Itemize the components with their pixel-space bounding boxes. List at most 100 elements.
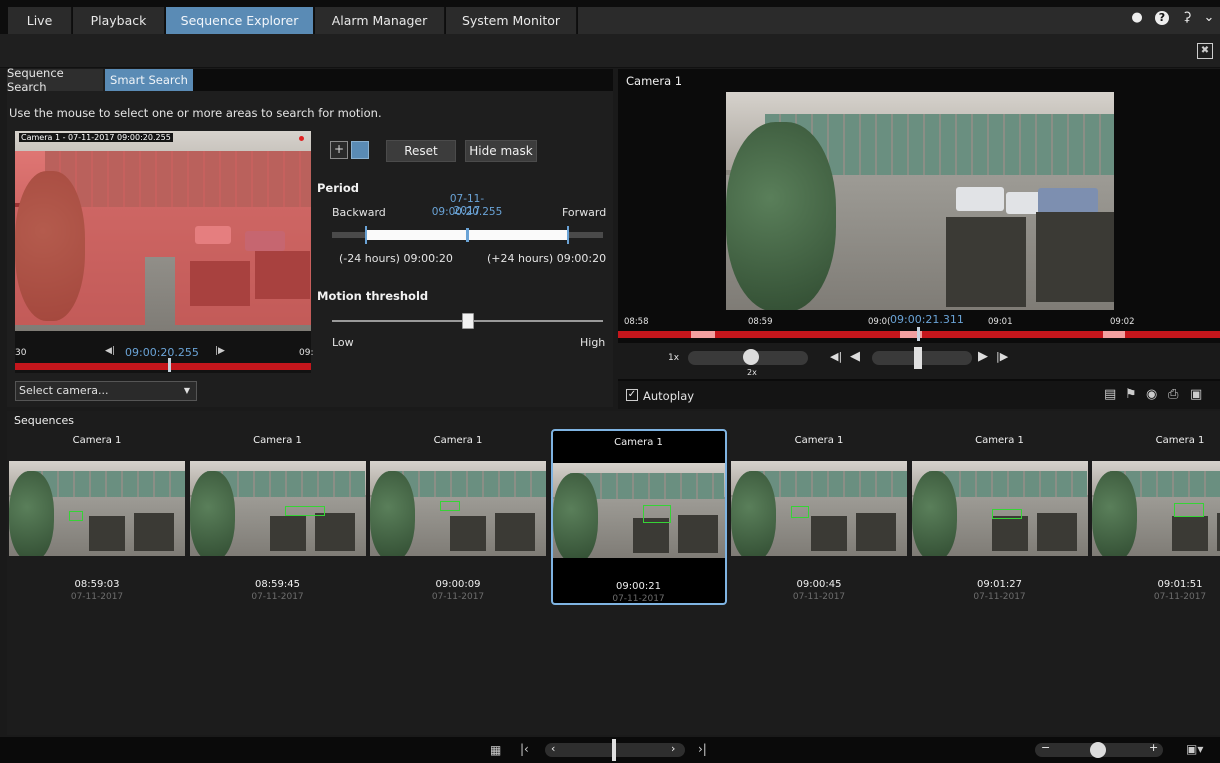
sequence-thumbnail[interactable]: Camera 1 08:59:03 07-11-2017	[9, 429, 185, 605]
autoplay-checkbox[interactable]: ✓	[626, 389, 638, 401]
sequence-thumbnail[interactable]: Camera 1 08:59:45 07-11-2017	[189, 429, 366, 605]
detection-box	[69, 511, 83, 521]
thumbnail-camera-label: Camera 1	[72, 435, 122, 446]
tab-playback[interactable]: Playback	[73, 7, 165, 34]
period-right-range: (+24 hours) 09:00:20	[487, 252, 607, 265]
hide-mask-button[interactable]: Hide mask	[465, 140, 537, 162]
thumbnail-image	[731, 461, 907, 556]
detection-box	[284, 506, 325, 516]
forward-label: Forward	[562, 206, 607, 219]
sequence-thumbnail[interactable]: Camera 1 09:00:09 07-11-2017	[370, 429, 546, 605]
play-reverse-icon[interactable]: ◀	[850, 349, 860, 364]
motion-segment	[691, 331, 715, 338]
thumbnail-time: 09:00:45	[796, 579, 842, 590]
thumbnail-camera-label: Camera 1	[433, 435, 483, 446]
step-forward-icon[interactable]: |▶	[215, 346, 225, 356]
period-right-bracket[interactable]	[565, 226, 569, 244]
timeline-right-label: 09:	[299, 348, 314, 358]
period-heading: Period	[317, 181, 359, 195]
viewer-current-time: 09:00:21.311	[890, 313, 964, 326]
print-icon[interactable]: ⎙	[1168, 387, 1178, 402]
jog-slider-handle[interactable]	[914, 347, 922, 369]
thumbnail-time: 09:01:27	[977, 579, 1022, 590]
go-to-start-icon[interactable]: |‹	[520, 742, 529, 756]
timeline-time: 09:00:20.255	[125, 346, 199, 359]
reset-button[interactable]: Reset	[386, 140, 456, 162]
save-icon[interactable]: ▤	[1104, 387, 1116, 402]
period-left-range: (-24 hours) 09:00:20	[339, 252, 453, 265]
sequence-scroll-handle[interactable]	[612, 739, 616, 761]
thumbnail-time: 09:00:21	[616, 581, 661, 592]
tab-system-monitor[interactable]: System Monitor	[446, 7, 577, 34]
period-center-time: 09:00:20.255	[431, 206, 503, 218]
thumbnail-date: 07-11-2017	[612, 594, 665, 604]
thumbnail-date: 07-11-2017	[973, 592, 1026, 602]
thumbnail-date: 07-11-2017	[431, 592, 485, 602]
select-area-icon[interactable]: +	[330, 141, 348, 159]
viewer-title: Camera 1	[626, 74, 683, 88]
thumbnail-image	[552, 463, 725, 558]
threshold-slider-handle[interactable]	[461, 313, 474, 329]
period-left-bracket[interactable]	[365, 226, 369, 244]
tab-alarm-manager[interactable]: Alarm Manager	[315, 7, 445, 34]
snapshot-icon[interactable]: ◉	[1146, 387, 1157, 402]
preview-caption: Camera 1 - 07-11-2017 09:00:20.255	[19, 133, 173, 142]
viewer-playhead[interactable]	[917, 327, 920, 341]
thumbnail-image	[1092, 461, 1220, 556]
sequence-thumbnail[interactable]: Camera 1 09:01:27 07-11-2017	[911, 429, 1088, 605]
thumbnail-time: 08:59:45	[255, 579, 300, 590]
tab-sequence-search[interactable]: Sequence Search	[7, 66, 103, 94]
scroll-left-icon[interactable]: ‹	[551, 742, 555, 755]
autoplay-label: Autoplay	[643, 389, 695, 403]
step-back-icon[interactable]: ◀|	[830, 350, 842, 363]
zoom-in-icon[interactable]: +	[1149, 741, 1158, 754]
sequence-thumbnail[interactable]: Camera 1 09:00:45 07-11-2017	[731, 429, 907, 605]
tab-sequence-explorer[interactable]: Sequence Explorer	[166, 7, 314, 34]
timeline-left-label: 30	[15, 348, 27, 358]
mask-area-icon[interactable]	[351, 141, 369, 159]
sequence-thumbnail[interactable]: Camera 1 09:01:51 07-11-2017	[1092, 429, 1220, 605]
network-icon[interactable]: ●	[1130, 11, 1144, 25]
thumbnail-time: 09:01:51	[1157, 579, 1203, 590]
key-icon[interactable]: ⚳	[1180, 11, 1194, 25]
speed-min-label: 1x	[668, 353, 680, 363]
preview-timeline[interactable]: 30 ◀| 09:00:20.255 |▶ 09:	[15, 331, 314, 373]
play-forward-icon[interactable]: ▶	[978, 349, 988, 364]
timeline-tick-label: 09:02	[1110, 317, 1135, 327]
speed-value-label: 2x	[747, 368, 757, 377]
zoom-slider-handle[interactable]	[1090, 742, 1106, 758]
timeline-playhead[interactable]	[168, 358, 171, 372]
thumbnail-camera-label: Camera 1	[794, 435, 844, 446]
search-panel: Sequence Search Smart Search Use the mou…	[7, 66, 613, 407]
fullscreen-icon[interactable]: ✖	[1197, 43, 1213, 59]
threshold-low-label: Low	[332, 336, 354, 349]
layout-menu-icon[interactable]: ▣▾	[1186, 742, 1203, 756]
smart-search-preview[interactable]: Camera 1 - 07-11-2017 09:00:20.255	[15, 131, 311, 331]
bookmark-icon[interactable]: ⚑	[1125, 387, 1137, 402]
export-icon[interactable]: ▣	[1190, 387, 1202, 402]
detection-box	[791, 506, 809, 518]
go-to-end-icon[interactable]: ›|	[698, 742, 707, 756]
thumbnail-date: 07-11-2017	[1153, 592, 1207, 602]
scroll-right-icon[interactable]: ›	[671, 742, 675, 755]
detection-box	[1174, 503, 1204, 517]
help-icon[interactable]: ?	[1155, 11, 1169, 25]
tab-live[interactable]: Live	[8, 7, 72, 34]
jog-slider[interactable]	[872, 351, 972, 365]
period-center-marker	[466, 228, 469, 242]
select-camera-dropdown[interactable]: Select camera... ▼	[15, 381, 197, 401]
tab-smart-search[interactable]: Smart Search	[105, 69, 193, 91]
step-back-icon[interactable]: ◀|	[105, 346, 115, 356]
timeline-tick-label: 08:59	[748, 317, 773, 327]
chevron-down-icon[interactable]: ⌄	[1202, 11, 1216, 25]
dropdown-arrow-icon: ▼	[183, 386, 190, 395]
viewer-timeline[interactable]: 08:58 08:59 09:0( 09:00:21.311 09:01 09:…	[618, 312, 1220, 342]
speed-slider-handle[interactable]	[743, 349, 759, 365]
sequence-thumbnail[interactable]: Camera 1 09:00:21 07-11-2017	[550, 429, 727, 605]
zoom-out-icon[interactable]: −	[1041, 741, 1050, 754]
camera-video[interactable]	[726, 92, 1114, 310]
calendar-icon[interactable]: ▦	[490, 743, 501, 757]
step-forward-icon[interactable]: |▶	[996, 350, 1008, 363]
recording-indicator-icon	[299, 136, 304, 141]
toolbar-strip	[0, 34, 1220, 68]
